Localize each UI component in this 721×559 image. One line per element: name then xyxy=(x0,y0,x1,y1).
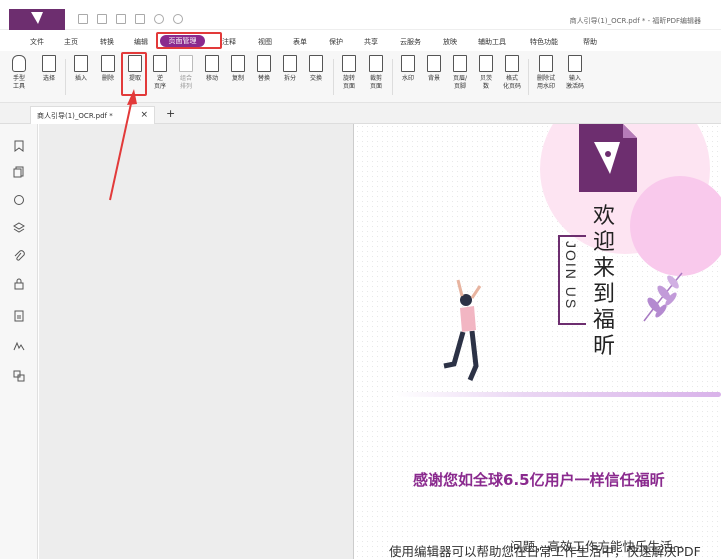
reverse-icon xyxy=(153,55,167,72)
welcome-text: 欢迎来到福昕 xyxy=(593,204,616,359)
page-thumbnail-area xyxy=(39,124,354,559)
document-page: 欢迎来到福昕 JOIN US 感谢您如全球6.5亿用户一样信任福昕 使用编辑器可… xyxy=(355,124,721,559)
menu-cloud[interactable]: 云服务 xyxy=(400,37,421,47)
menu-features[interactable]: 特色功能 xyxy=(530,37,558,47)
window-title: 商人引导(1)_OCR.pdf * - 福昕PDF编辑器 xyxy=(569,17,701,25)
bates-button[interactable]: 贝茨 数 xyxy=(473,55,499,91)
thanks-heading: 感谢您如全球6.5亿用户一样信任福昕 xyxy=(413,471,665,489)
ribbon-divider xyxy=(392,59,393,95)
delete-button[interactable]: 删除 xyxy=(95,55,121,83)
document-icon[interactable] xyxy=(13,310,25,322)
move-icon xyxy=(205,55,219,72)
reverse-button[interactable]: 逆 页序 xyxy=(147,55,173,91)
signature-icon[interactable] xyxy=(13,340,25,352)
bookmark-icon[interactable] xyxy=(13,140,25,152)
menu-home[interactable]: 主页 xyxy=(64,37,78,47)
security-icon[interactable] xyxy=(13,278,25,290)
undo-icon[interactable] xyxy=(154,14,164,24)
open-icon[interactable] xyxy=(78,14,88,24)
crop-page-button[interactable]: 裁剪 页面 xyxy=(363,55,389,91)
menu-view[interactable]: 视图 xyxy=(258,37,272,47)
attachment-icon[interactable] xyxy=(13,250,25,262)
ribbon-divider xyxy=(333,59,334,95)
copy-icon xyxy=(231,55,245,72)
ribbon-divider xyxy=(528,59,529,95)
crop-icon xyxy=(369,55,383,72)
compare-icon[interactable] xyxy=(13,370,25,382)
split-button[interactable]: 拆分 xyxy=(277,55,303,83)
activation-icon xyxy=(568,55,582,72)
arrange-icon xyxy=(179,55,193,72)
page-number-icon xyxy=(505,55,519,72)
menu-convert[interactable]: 转换 xyxy=(100,37,114,47)
bates-icon xyxy=(479,55,493,72)
header-footer-icon xyxy=(453,55,467,72)
remove-watermark-icon xyxy=(539,55,553,72)
redo-icon[interactable] xyxy=(173,14,183,24)
annotation-arrow xyxy=(109,89,137,201)
move-button[interactable]: 移动 xyxy=(199,55,225,83)
menu-present[interactable]: 放映 xyxy=(443,37,457,47)
background-icon xyxy=(427,55,441,72)
leaf-decoration xyxy=(643,272,683,322)
insert-page-icon xyxy=(74,55,88,72)
rotate-page-button[interactable]: 旋转 页面 xyxy=(336,55,362,91)
app-logo[interactable] xyxy=(9,9,65,30)
description-line-2: 问题，高效工作方能快乐生活~ xyxy=(510,539,683,554)
menu-file[interactable]: 文件 xyxy=(30,37,44,47)
pages-icon[interactable] xyxy=(13,166,25,178)
watermark-icon xyxy=(401,55,415,72)
swap-button[interactable]: 交换 xyxy=(303,55,329,83)
replace-button[interactable]: 替换 xyxy=(251,55,277,83)
person-illustration xyxy=(443,279,482,381)
print-icon[interactable] xyxy=(116,14,126,24)
menu-comment[interactable]: 注释 xyxy=(222,37,236,47)
arrange-button[interactable]: 组合 排列 xyxy=(173,55,199,91)
menu-highlight-box xyxy=(156,32,222,49)
split-icon xyxy=(283,55,297,72)
select-button[interactable]: 选择 xyxy=(36,55,62,83)
delete-page-icon xyxy=(101,55,115,72)
copy-button[interactable]: 复制 xyxy=(225,55,251,83)
menu-bar: 文件 主页 转换 编辑 页面管理 注释 视图 表单 保护 共享 云服务 放映 辅… xyxy=(0,31,721,51)
join-us-text: JOIN US xyxy=(563,241,579,311)
page-number-button[interactable]: 格式 化页码 xyxy=(499,55,525,91)
comment-icon[interactable] xyxy=(13,194,25,206)
activation-button[interactable]: 输入 激活码 xyxy=(562,55,588,91)
menu-help[interactable]: 帮助 xyxy=(583,37,597,47)
hand-icon xyxy=(12,55,26,72)
menu-share[interactable]: 共享 xyxy=(364,37,378,47)
foxit-pdf-logo xyxy=(579,124,637,192)
new-tab-button[interactable]: + xyxy=(166,107,175,120)
ribbon-divider xyxy=(65,59,66,95)
swap-icon xyxy=(309,55,323,72)
left-sidebar xyxy=(0,124,38,559)
watermark-button[interactable]: 水印 xyxy=(395,55,421,83)
layers-icon[interactable] xyxy=(13,222,25,234)
title-bar: 商人引导(1)_OCR.pdf * - 福昕PDF编辑器 xyxy=(0,0,721,30)
insert-button[interactable]: 插入 xyxy=(68,55,94,83)
rotate-icon xyxy=(342,55,356,72)
menu-form[interactable]: 表单 xyxy=(293,37,307,47)
close-icon[interactable]: × xyxy=(140,110,148,120)
replace-icon xyxy=(257,55,271,72)
select-icon xyxy=(42,55,56,72)
new-icon[interactable] xyxy=(135,14,145,24)
hand-tool-button[interactable]: 手型 工具 xyxy=(6,55,32,91)
remove-watermark-button[interactable]: 删除试 用水印 xyxy=(533,55,559,91)
decor-circle xyxy=(630,176,721,276)
menu-protect[interactable]: 保护 xyxy=(329,37,343,47)
menu-edit[interactable]: 编辑 xyxy=(134,37,148,47)
header-footer-button[interactable]: 页眉/ 页脚 xyxy=(447,55,473,91)
decor-gradient-line xyxy=(395,392,721,397)
menu-tools[interactable]: 辅助工具 xyxy=(478,37,506,47)
background-button[interactable]: 背景 xyxy=(421,55,447,83)
save-icon[interactable] xyxy=(97,14,107,24)
